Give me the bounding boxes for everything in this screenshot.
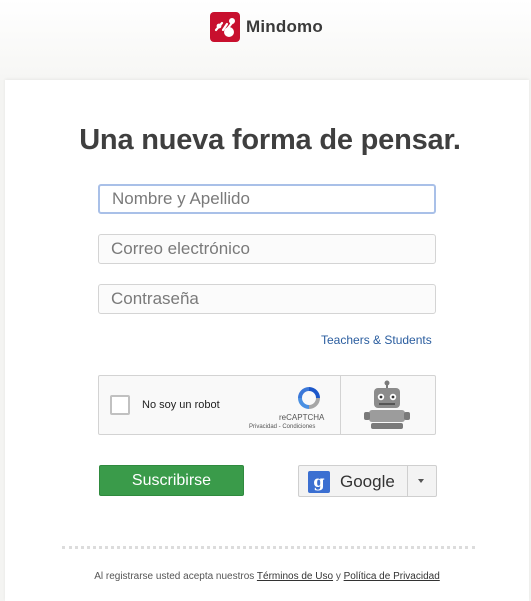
privacy-policy-link[interactable]: Política de Privacidad [344, 571, 440, 582]
email-field[interactable] [98, 234, 436, 264]
recaptcha-icon [298, 387, 320, 409]
mindomo-logo[interactable]: Mindomo [210, 12, 323, 42]
terms-notice: Al registrarse usted acepta nuestros Tér… [5, 571, 529, 582]
recaptcha-checkbox[interactable] [110, 395, 130, 415]
recaptcha-box: No soy un robot reCAPTCHA Privacidad - C… [99, 376, 341, 434]
mindomo-logo-icon [210, 12, 240, 42]
google-signup-button[interactable]: g Google [298, 465, 437, 497]
recaptcha-brand: reCAPTCHA [279, 413, 325, 422]
subscribe-button[interactable]: Suscribirse [99, 465, 244, 496]
password-field[interactable] [98, 284, 436, 314]
teachers-students-link[interactable]: Teachers & Students [321, 333, 432, 347]
dotted-divider [62, 546, 475, 549]
signup-card: Una nueva forma de pensar. Teachers & St… [5, 80, 529, 601]
recaptcha-widget: No soy un robot reCAPTCHA Privacidad - C… [98, 375, 436, 435]
terms-of-use-link[interactable]: Términos de Uso [257, 571, 333, 582]
terms-prefix: Al registrarse usted acepta nuestros [94, 571, 255, 582]
top-bar: Mindomo [0, 0, 531, 80]
dropdown-caret-icon[interactable] [418, 479, 424, 483]
google-button-divider [407, 466, 408, 496]
terms-conjunction: y [335, 571, 341, 582]
recaptcha-links[interactable]: Privacidad - Condiciones [249, 424, 315, 430]
robot-icon [364, 380, 410, 429]
google-icon: g [308, 471, 330, 493]
google-button-label: Google [340, 472, 395, 491]
page-title: Una nueva forma de pensar. [79, 124, 461, 156]
brand-name: Mindomo [246, 17, 323, 36]
name-field[interactable] [98, 184, 436, 214]
recaptcha-label: No soy un robot [142, 399, 220, 411]
